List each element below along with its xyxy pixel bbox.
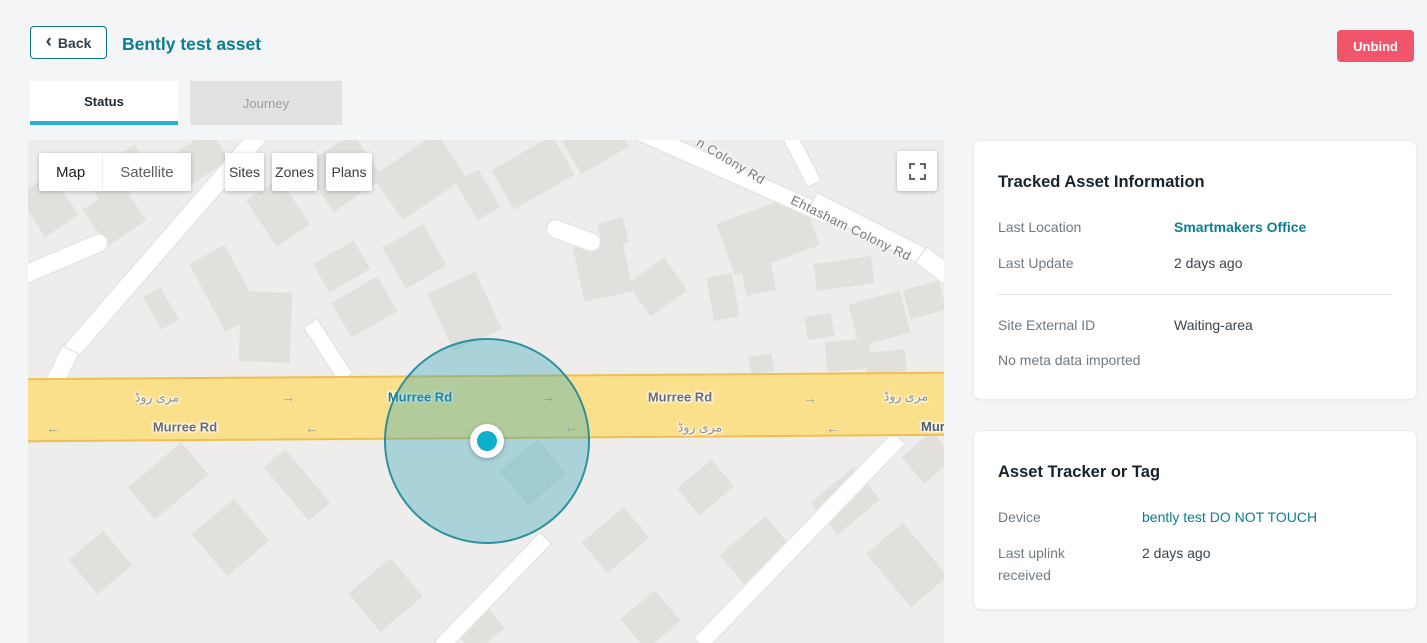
arrow-right-icon: →: [281, 389, 295, 405]
road-label-murree-2: Murree Rd: [648, 390, 712, 405]
last-uplink-value: 2 days ago: [1142, 542, 1211, 564]
site-external-id-label: Site External ID: [998, 314, 1174, 336]
arrow-right-icon: →: [803, 390, 817, 406]
back-button-label: Back: [58, 35, 91, 51]
map-canvas[interactable]: n Colony Rd Ehtasham Colony Rd مری روڈ →…: [28, 140, 944, 643]
asset-tracker-title: Asset Tracker or Tag: [998, 463, 1392, 482]
tab-status[interactable]: Status: [30, 81, 178, 125]
last-location-label: Last Location: [998, 216, 1174, 238]
map-type-satellite-button[interactable]: Satellite: [102, 153, 190, 191]
last-update-row: Last Update 2 days ago: [998, 252, 1392, 274]
device-link[interactable]: bently test DO NOT TOUCH: [1142, 506, 1317, 528]
tracked-asset-info-title: Tracked Asset Information: [998, 173, 1392, 192]
tab-bar: Status Journey: [30, 81, 342, 125]
map-building: [813, 256, 874, 291]
back-chevron-icon: ‹: [46, 32, 52, 51]
map-building: [901, 431, 944, 484]
map-building: [706, 273, 739, 321]
map-building: [749, 353, 775, 375]
road-label-murree-urdu-2: مری روڈ: [884, 389, 929, 404]
map-building: [348, 558, 422, 632]
road-label-murree-3: Murree Rd: [153, 420, 217, 435]
map-building: [264, 449, 330, 521]
map-building: [128, 442, 209, 519]
asset-location-marker[interactable]: [470, 424, 504, 458]
meta-note: No meta data imported: [998, 352, 1392, 368]
map-building: [373, 140, 466, 220]
fullscreen-icon: [909, 163, 926, 180]
zones-toggle-button[interactable]: Zones: [272, 153, 317, 191]
map-building: [192, 499, 269, 576]
map-building: [239, 291, 292, 363]
tracked-asset-info-card: Tracked Asset Information Last Location …: [973, 140, 1417, 400]
map-type-control: Map Satellite: [39, 153, 191, 191]
device-row: Device bently test DO NOT TOUCH: [998, 506, 1392, 528]
map-building: [804, 313, 835, 340]
page-title: Bently test asset: [122, 34, 261, 55]
arrow-left-icon: ←: [826, 420, 840, 436]
site-external-id-value: Waiting-area: [1174, 314, 1253, 336]
arrow-left-icon: ←: [46, 420, 60, 436]
last-location-link[interactable]: Smartmakers Office: [1174, 216, 1306, 238]
last-location-row: Last Location Smartmakers Office: [998, 216, 1392, 238]
map-type-map-button[interactable]: Map: [39, 153, 102, 191]
map-building: [562, 140, 629, 174]
map-road: [776, 140, 820, 186]
sites-toggle-button[interactable]: Sites: [225, 153, 264, 191]
road-label-murree-clipped: Murree Rd: [921, 419, 944, 434]
plans-toggle-button[interactable]: Plans: [326, 153, 372, 191]
back-button[interactable]: ‹ Back: [30, 26, 107, 59]
map-building: [69, 531, 132, 594]
map-building: [677, 460, 734, 516]
asset-tracker-card: Asset Tracker or Tag Device bently test …: [973, 430, 1417, 610]
map-building: [825, 338, 871, 372]
map-road: [694, 433, 903, 643]
map-building: [628, 258, 688, 317]
map-building: [620, 590, 680, 643]
road-label-murree-urdu-1: مری روڈ: [135, 390, 180, 405]
map-building: [903, 281, 944, 320]
map-building: [382, 224, 446, 288]
last-update-label: Last Update: [998, 252, 1174, 274]
arrow-left-icon: ←: [305, 420, 319, 436]
map-building: [848, 291, 910, 346]
device-label: Device: [998, 506, 1142, 528]
last-uplink-label: Last uplink received: [998, 542, 1142, 586]
fullscreen-button[interactable]: [897, 151, 937, 191]
asset-marker-dot: [477, 431, 497, 451]
tab-journey[interactable]: Journey: [190, 81, 342, 125]
road-label-murree-urdu-3: مری روڈ: [678, 420, 723, 435]
map-road: [28, 232, 109, 285]
map-building: [143, 287, 179, 329]
map-road: [304, 319, 351, 381]
site-external-id-row: Site External ID Waiting-area: [998, 314, 1392, 336]
last-uplink-row: Last uplink received 2 days ago: [998, 542, 1392, 586]
map-building: [491, 140, 574, 209]
map-building: [866, 523, 944, 607]
map-building: [865, 349, 907, 374]
map-building: [582, 507, 650, 573]
card-divider: [998, 294, 1392, 295]
asset-detail-page: { "header": { "back": { "chevron": "‹", …: [0, 0, 1427, 643]
unbind-button[interactable]: Unbind: [1337, 30, 1414, 62]
last-update-value: 2 days ago: [1174, 252, 1243, 274]
